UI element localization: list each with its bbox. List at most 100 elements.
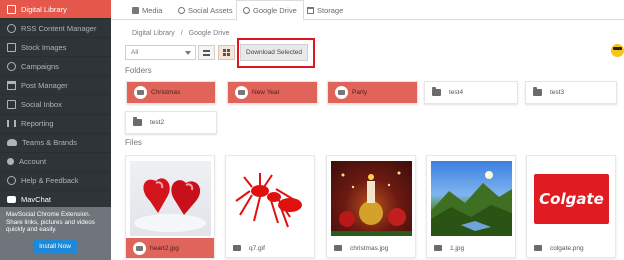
grid-icon [223, 49, 230, 56]
post-manager-icon [7, 80, 16, 90]
sidebar-item-label: Help & Feedback [21, 176, 79, 186]
folder-icon [533, 87, 542, 96]
file-heart2[interactable]: heart2.jpg [125, 155, 215, 258]
filter-select-value: All [131, 49, 139, 56]
highlight-box [237, 38, 315, 68]
teams-icon [7, 139, 17, 147]
tab-label: Media [142, 5, 163, 15]
tab-storage[interactable]: Storage [307, 0, 343, 20]
tab-media[interactable]: Media [132, 0, 162, 20]
file-name: 1.jpg [450, 244, 465, 252]
google-drive-icon [243, 7, 250, 14]
sidebar-item-digital-library[interactable]: Digital Library [0, 0, 111, 20]
folders-heading: Folders [125, 66, 152, 75]
file-icon [434, 245, 442, 251]
sidebar-item-stock-images[interactable]: Stock Images [0, 38, 111, 58]
inbox-icon [7, 100, 16, 110]
campaigns-icon [7, 61, 16, 71]
folder-new-year[interactable]: New Year [227, 81, 318, 104]
file-icon [233, 245, 241, 251]
chat-icon [7, 196, 16, 204]
sidebar-item-label: Stock Images [21, 42, 67, 52]
sidebar-item-reporting[interactable]: Reporting [0, 115, 111, 134]
tab-label: Storage [317, 5, 344, 15]
file-thumbnail [230, 161, 311, 236]
file-thumbnail [331, 161, 412, 236]
install-now-button[interactable]: Install Now [33, 240, 77, 254]
files-heading: Files [125, 138, 142, 147]
sidebar-item-social-inbox[interactable]: Social Inbox [0, 95, 111, 115]
tab-label: Social Assets [188, 5, 233, 15]
folder-name: Christmas [151, 89, 181, 96]
sidebar-item-label: MavChat [21, 195, 52, 205]
file-colgate[interactable]: Colgate colgate.png [526, 155, 616, 258]
sidebar-item-teams-brands[interactable]: Teams & Brands [0, 134, 111, 153]
tab-label: Google Drive [253, 6, 297, 15]
folder-party[interactable]: Party [327, 81, 418, 104]
folder-test2[interactable]: test2 [125, 111, 217, 134]
file-icon [334, 245, 342, 251]
storage-icon [307, 6, 314, 14]
tab-google-drive[interactable]: Google Drive [236, 0, 304, 21]
sidebar-item-post-manager[interactable]: Post Manager [0, 76, 111, 96]
file-thumbnail [130, 161, 211, 236]
file-icon [133, 241, 146, 255]
sidebar-item-campaigns[interactable]: Campaigns [0, 57, 111, 77]
file-q7[interactable]: q7.gif [225, 155, 315, 258]
breadcrumb-current: Google Drive [188, 30, 230, 37]
file-thumbnail: Colgate [531, 161, 612, 236]
globe-icon [178, 6, 185, 14]
sidebar-item-help-feedback[interactable]: Help & Feedback [0, 172, 111, 191]
breadcrumb-root[interactable]: Digital Library [132, 30, 175, 37]
sidebar-item-label: Account [19, 157, 47, 167]
folder-icon [235, 86, 248, 99]
sidebar-item-label: Teams & Brands [22, 138, 78, 148]
tab-social-assets[interactable]: Social Assets [178, 0, 233, 20]
folder-test3[interactable]: test3 [525, 81, 617, 104]
folder-icon [133, 117, 142, 126]
list-view-button[interactable] [198, 45, 215, 60]
help-icon [7, 176, 16, 186]
file-name: christmas.jpg [350, 244, 389, 252]
sidebar-item-label: RSS Content Manager [21, 23, 97, 33]
file-name: q7.gif [249, 244, 265, 252]
breadcrumb: Digital Library / Google Drive [132, 30, 230, 37]
folder-name: test3 [550, 89, 565, 96]
sidebar: Digital Library RSS Content Manager Stoc… [0, 0, 111, 260]
file-christmas[interactable]: christmas.jpg [326, 155, 416, 258]
camera-icon [132, 6, 139, 14]
file-thumbnail [431, 161, 512, 236]
stock-images-icon [7, 42, 16, 52]
source-tabs: Media Social Assets Google Drive Storage [111, 0, 624, 21]
file-1[interactable]: 1.jpg [426, 155, 516, 258]
folder-name: Party [352, 89, 368, 96]
sidebar-item-account[interactable]: Account [0, 153, 111, 172]
account-icon [7, 158, 14, 166]
rss-icon [7, 23, 16, 33]
filter-select[interactable]: All [125, 45, 196, 60]
breadcrumb-separator: / [180, 30, 183, 37]
main-content: Media Social Assets Google Drive Storage… [111, 0, 624, 260]
colgate-logo-text: Colgate [539, 190, 604, 208]
folder-icon [134, 86, 147, 99]
promo-text: MavSocial Chrome Extension. Share links,… [6, 211, 95, 234]
folder-name: New Year [252, 89, 280, 96]
sunglasses-emoji-icon[interactable] [611, 44, 624, 57]
folder-icon [432, 87, 441, 96]
chevron-down-icon [185, 51, 191, 55]
file-name: colgate.png [550, 244, 584, 252]
file-name: heart2.jpg [150, 244, 179, 252]
folder-christmas[interactable]: Christmas [126, 81, 216, 104]
sidebar-item-label: Post Manager [21, 80, 68, 90]
grid-view-button[interactable] [218, 45, 235, 60]
sidebar-item-label: Reporting [21, 119, 54, 129]
folder-test4[interactable]: test4 [424, 81, 518, 104]
sidebar-item-label: Social Inbox [21, 100, 62, 110]
sidebar-item-rss-content-manager[interactable]: RSS Content Manager [0, 19, 111, 39]
sidebar-item-label: Campaigns [21, 61, 59, 71]
folder-name: test2 [150, 119, 165, 126]
sidebar-item-label: Digital Library [21, 4, 67, 14]
colgate-logo: Colgate [534, 174, 609, 224]
reporting-icon [7, 120, 16, 128]
folder-name: test4 [449, 89, 464, 96]
